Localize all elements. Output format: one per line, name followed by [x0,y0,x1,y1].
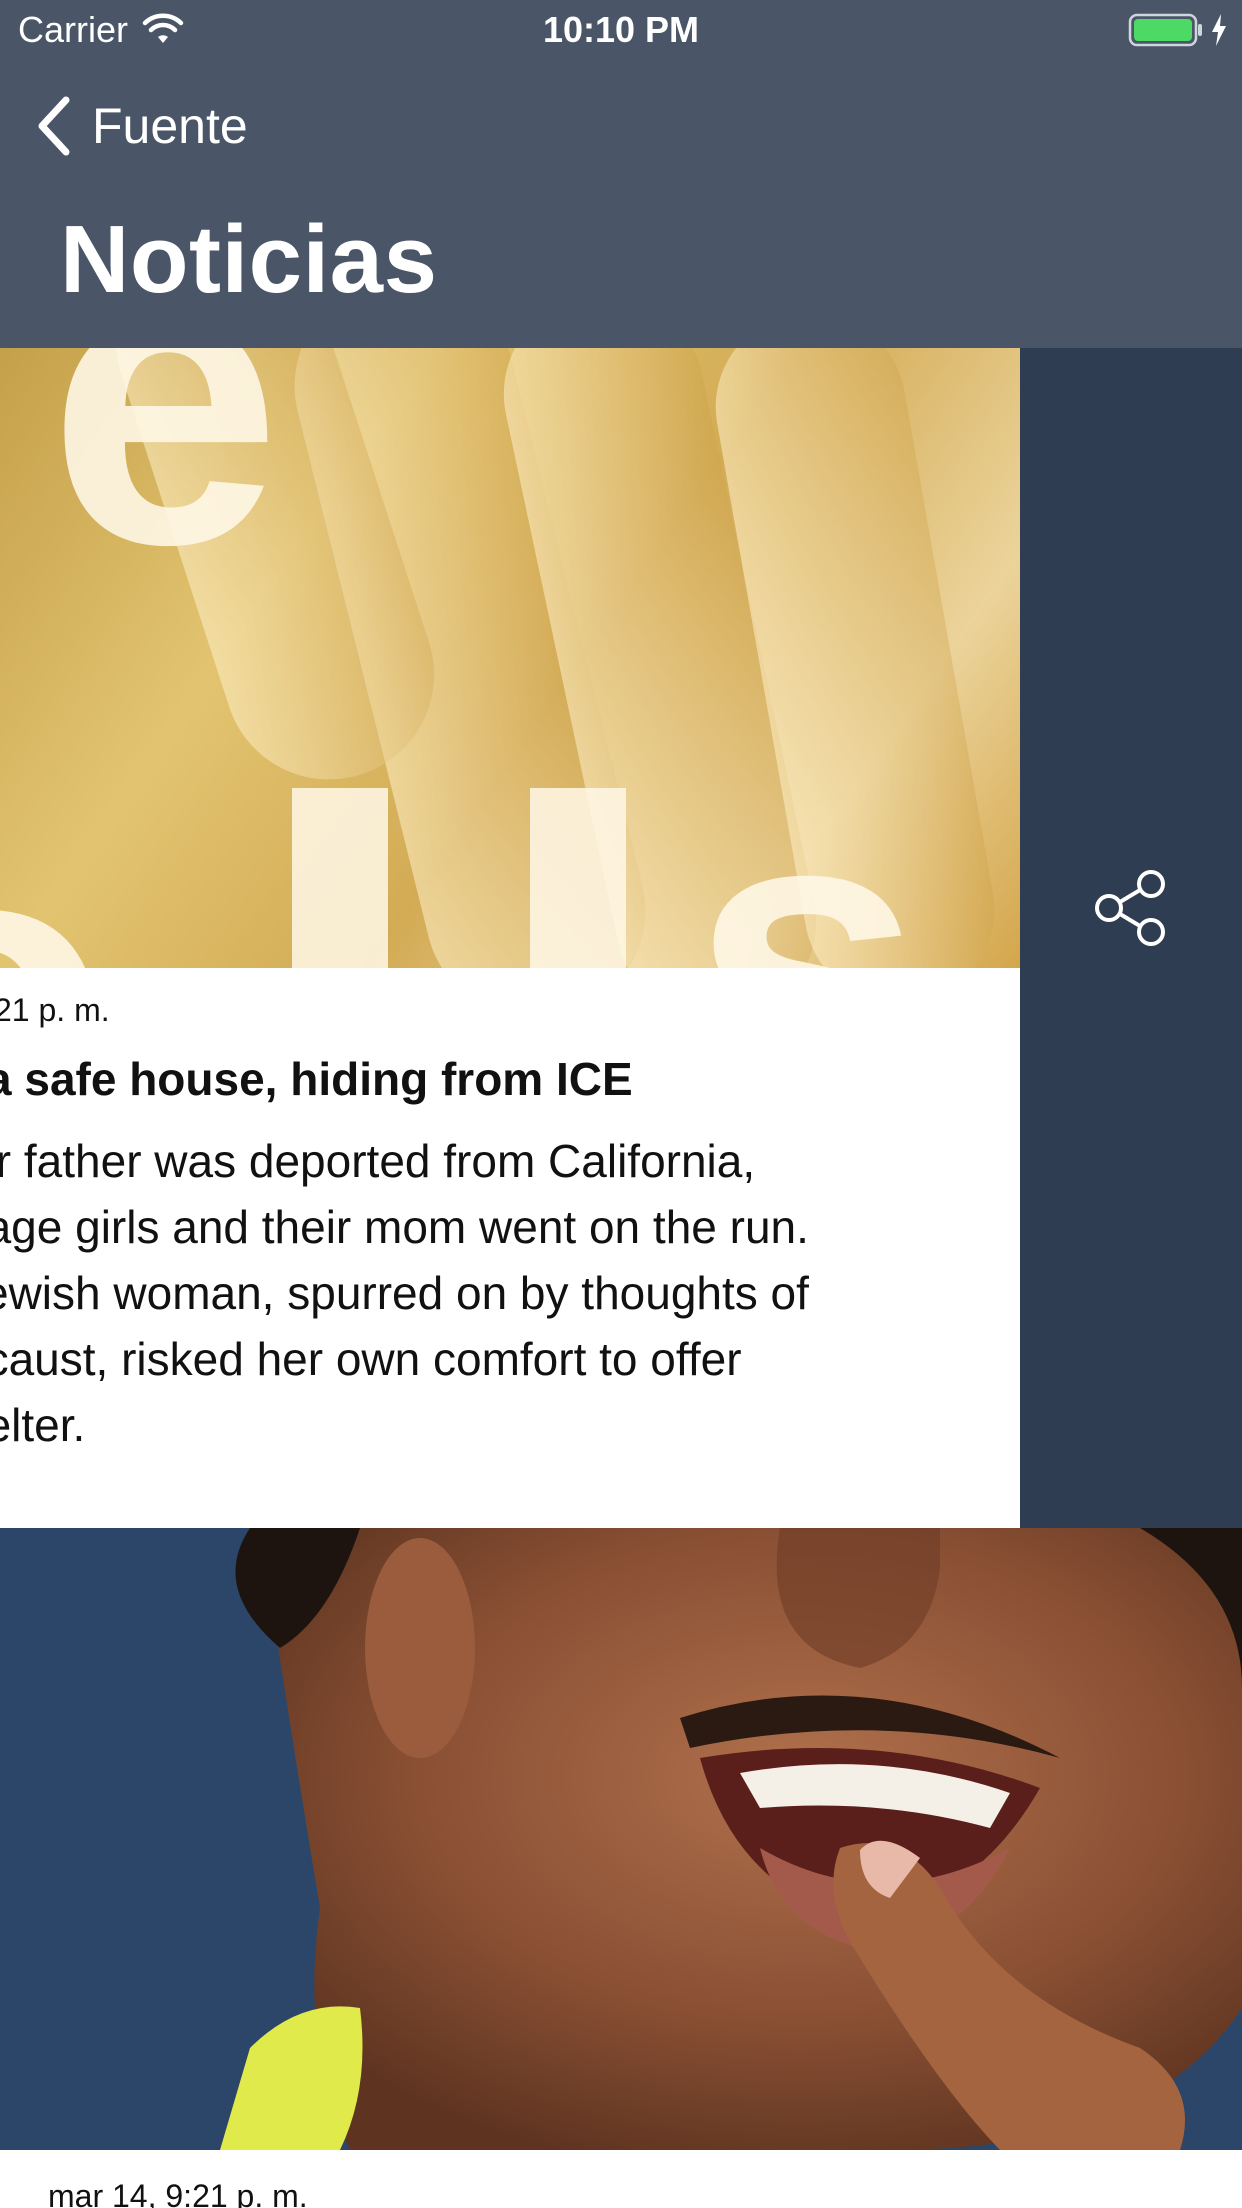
news-card-image: e o s [0,348,1020,968]
summary-line: nage girls and their mom went on the run… [0,1201,809,1253]
news-card[interactable]: mar 14, 9:21 p. m. [0,1528,1242,2208]
battery-group [1128,12,1228,48]
share-icon [1095,870,1165,946]
news-card-summary: eir father was deported from California,… [0,1128,1020,1458]
news-card-date: mar 14, 9:21 p. m. [48,2178,308,2208]
status-time: 10:10 PM [542,9,700,50]
battery-icon [1128,13,1202,47]
navigation-header: Carrier 10:10 PM Fuente Noticias [0,0,1242,348]
chevron-left-icon [38,96,70,156]
summary-line: helter. [0,1399,86,1451]
page-title: Noticias [60,206,438,313]
share-action-button[interactable] [1020,348,1242,1528]
news-card-date: 21 p. m. [0,992,110,1028]
summary-line: Jewish woman, spurred on by thoughts of [0,1267,809,1319]
news-card-image [0,1528,1242,2150]
charging-bolt-icon [1212,14,1226,46]
back-button[interactable]: Fuente [34,90,248,162]
news-card-headline: a safe house, hiding from ICE [0,1053,633,1105]
summary-line: eir father was deported from California, [0,1135,756,1187]
summary-line: ocaust, risked her own comfort to offer [0,1333,742,1385]
news-card-content[interactable]: e o s 21 p. m. a safe house, hiding from… [0,348,1020,1528]
news-card[interactable]: e o s 21 p. m. a safe house, hiding from… [0,348,1242,1528]
status-bar: Carrier 10:10 PM [0,0,1242,60]
back-button-label: Fuente [92,98,248,154]
